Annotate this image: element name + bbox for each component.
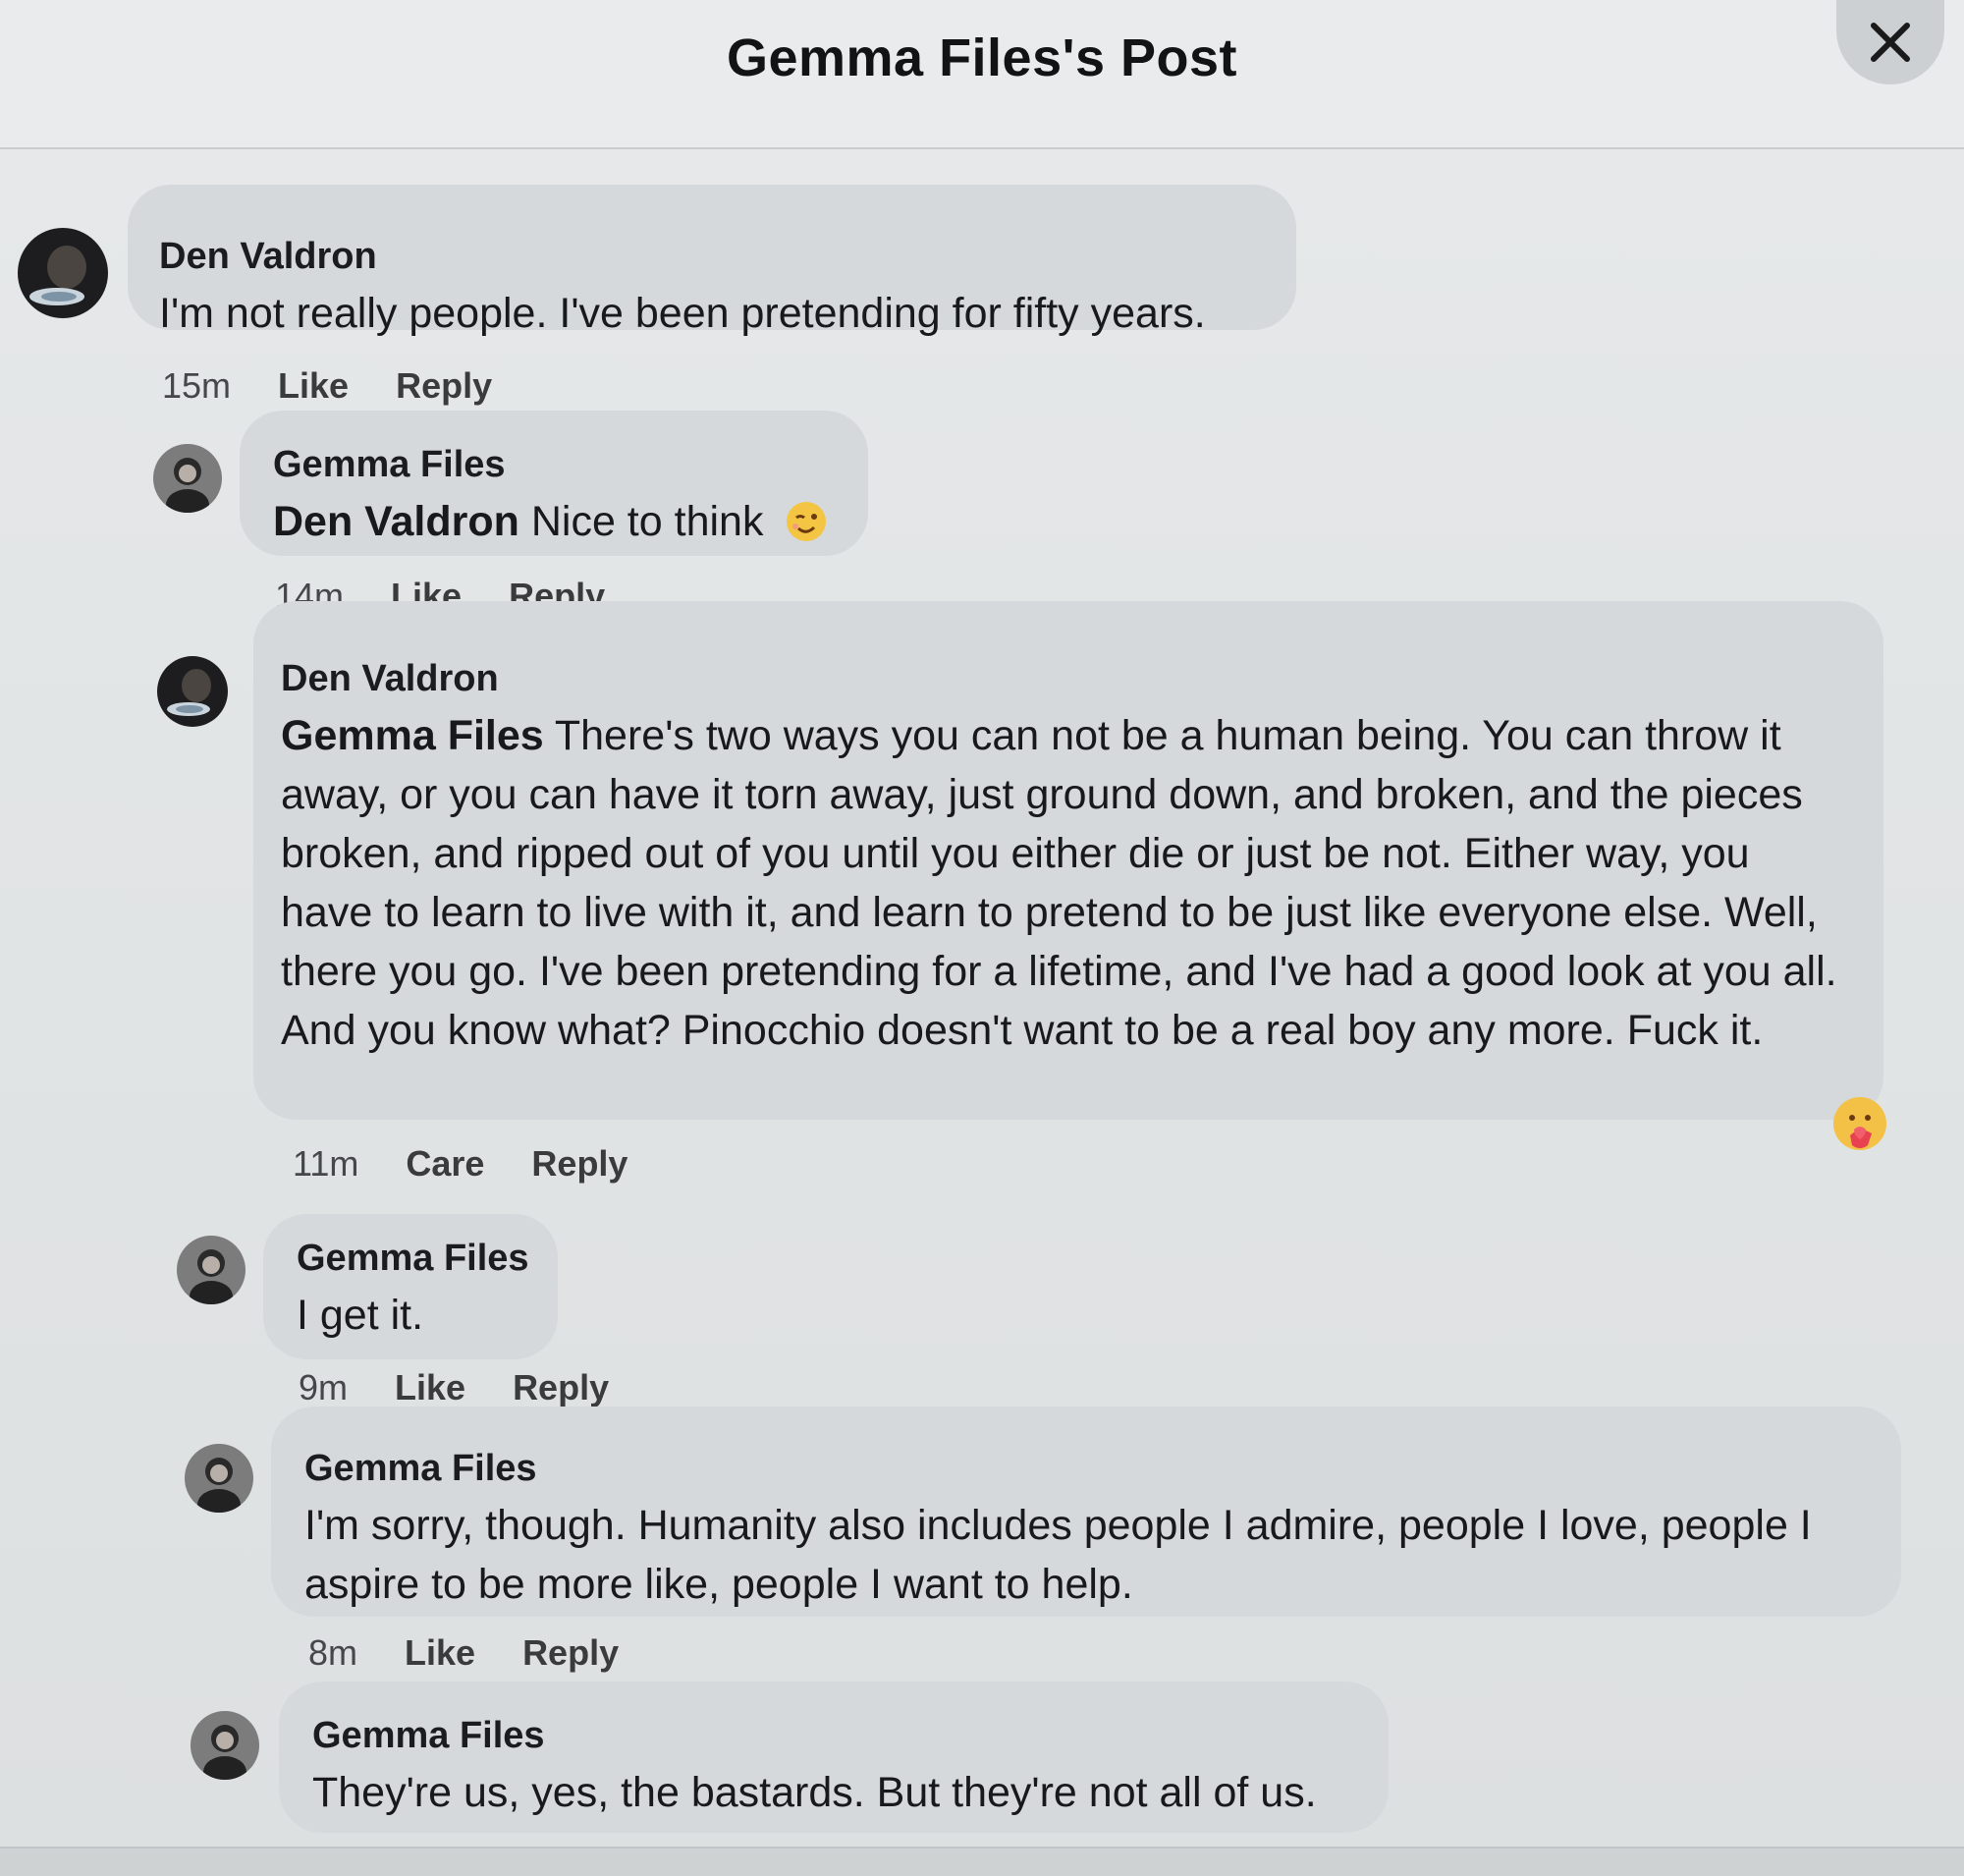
- comment-text: I'm not really people. I've been pretend…: [159, 290, 1206, 337]
- reply-button[interactable]: Reply: [531, 1143, 627, 1185]
- close-icon: [1871, 23, 1910, 62]
- comment-bubble: Gemma Files I get it.: [263, 1214, 558, 1359]
- comment-text: I get it.: [297, 1292, 424, 1339]
- comment-bubble: Den Valdron Gemma Files There's two ways…: [253, 601, 1883, 1120]
- reply-button[interactable]: Reply: [396, 365, 492, 407]
- reply-button[interactable]: Reply: [522, 1632, 619, 1674]
- comment-text: Gemma Files There's two ways you can not…: [281, 712, 1837, 1054]
- comment-text-body: Nice to think: [530, 498, 764, 545]
- winking-face-emoji-icon: [787, 502, 827, 541]
- avatar[interactable]: [185, 1444, 253, 1513]
- comment-timestamp[interactable]: 9m: [299, 1367, 348, 1408]
- comment-author[interactable]: Den Valdron: [159, 236, 1296, 278]
- mention-link[interactable]: Gemma Files: [281, 712, 544, 759]
- comment-author[interactable]: Den Valdron: [281, 658, 1840, 700]
- dialog-header: Gemma Files's Post: [0, 0, 1964, 149]
- care-button[interactable]: Care: [406, 1143, 484, 1185]
- comment-text-body: There's two ways you can not be a human …: [281, 712, 1837, 1054]
- avatar[interactable]: [177, 1236, 246, 1304]
- comment-bubble: Gemma Files Den Valdron Nice to think: [240, 411, 868, 556]
- reply-button[interactable]: Reply: [513, 1367, 609, 1408]
- like-button[interactable]: Like: [278, 365, 349, 407]
- avatar[interactable]: [157, 656, 228, 727]
- comment-text: Den Valdron Nice to think: [273, 498, 828, 545]
- like-button[interactable]: Like: [395, 1367, 465, 1408]
- avatar-gemma-files-icon: [177, 1236, 246, 1304]
- avatar-den-valdron-icon: [18, 228, 108, 318]
- comment-author[interactable]: Gemma Files: [304, 1448, 1862, 1490]
- comment-bubble: Den Valdron I'm not really people. I've …: [128, 185, 1296, 337]
- avatar[interactable]: [153, 444, 222, 513]
- comment-bubble: Gemma Files They're us, yes, the bastard…: [279, 1682, 1389, 1833]
- like-button[interactable]: Like: [405, 1632, 475, 1674]
- avatar-gemma-files-icon: [191, 1711, 259, 1780]
- comment-timestamp[interactable]: 11m: [293, 1143, 358, 1185]
- care-reaction-icon[interactable]: [1832, 1096, 1887, 1151]
- comment-actions: 15m Like Reply: [162, 365, 492, 407]
- avatar[interactable]: [18, 228, 108, 318]
- comment-timestamp[interactable]: 15m: [162, 365, 231, 407]
- post-dialog: Gemma Files's Post Den Valdron I'm not r…: [0, 0, 1964, 1848]
- comment-text: I'm sorry, though. Humanity also include…: [304, 1502, 1812, 1608]
- avatar-gemma-files-icon: [153, 444, 222, 513]
- avatar-den-valdron-icon: [157, 656, 228, 727]
- comment-bubble: Gemma Files I'm sorry, though. Humanity …: [271, 1407, 1901, 1617]
- avatar-gemma-files-icon: [185, 1444, 253, 1513]
- comment-actions: 9m Like Reply: [299, 1367, 609, 1408]
- avatar[interactable]: [191, 1711, 259, 1780]
- dialog-title: Gemma Files's Post: [726, 28, 1238, 87]
- comment-author[interactable]: Gemma Files: [273, 444, 868, 486]
- comment-actions: 11m Care Reply: [293, 1143, 627, 1185]
- comment-author[interactable]: Gemma Files: [297, 1238, 558, 1280]
- mention-link[interactable]: Den Valdron: [273, 498, 519, 545]
- comment-author[interactable]: Gemma Files: [312, 1715, 1389, 1757]
- comment-text: They're us, yes, the bastards. But they'…: [312, 1769, 1317, 1816]
- comment-timestamp[interactable]: 8m: [308, 1632, 357, 1674]
- comment-actions: 8m Like Reply: [308, 1632, 619, 1674]
